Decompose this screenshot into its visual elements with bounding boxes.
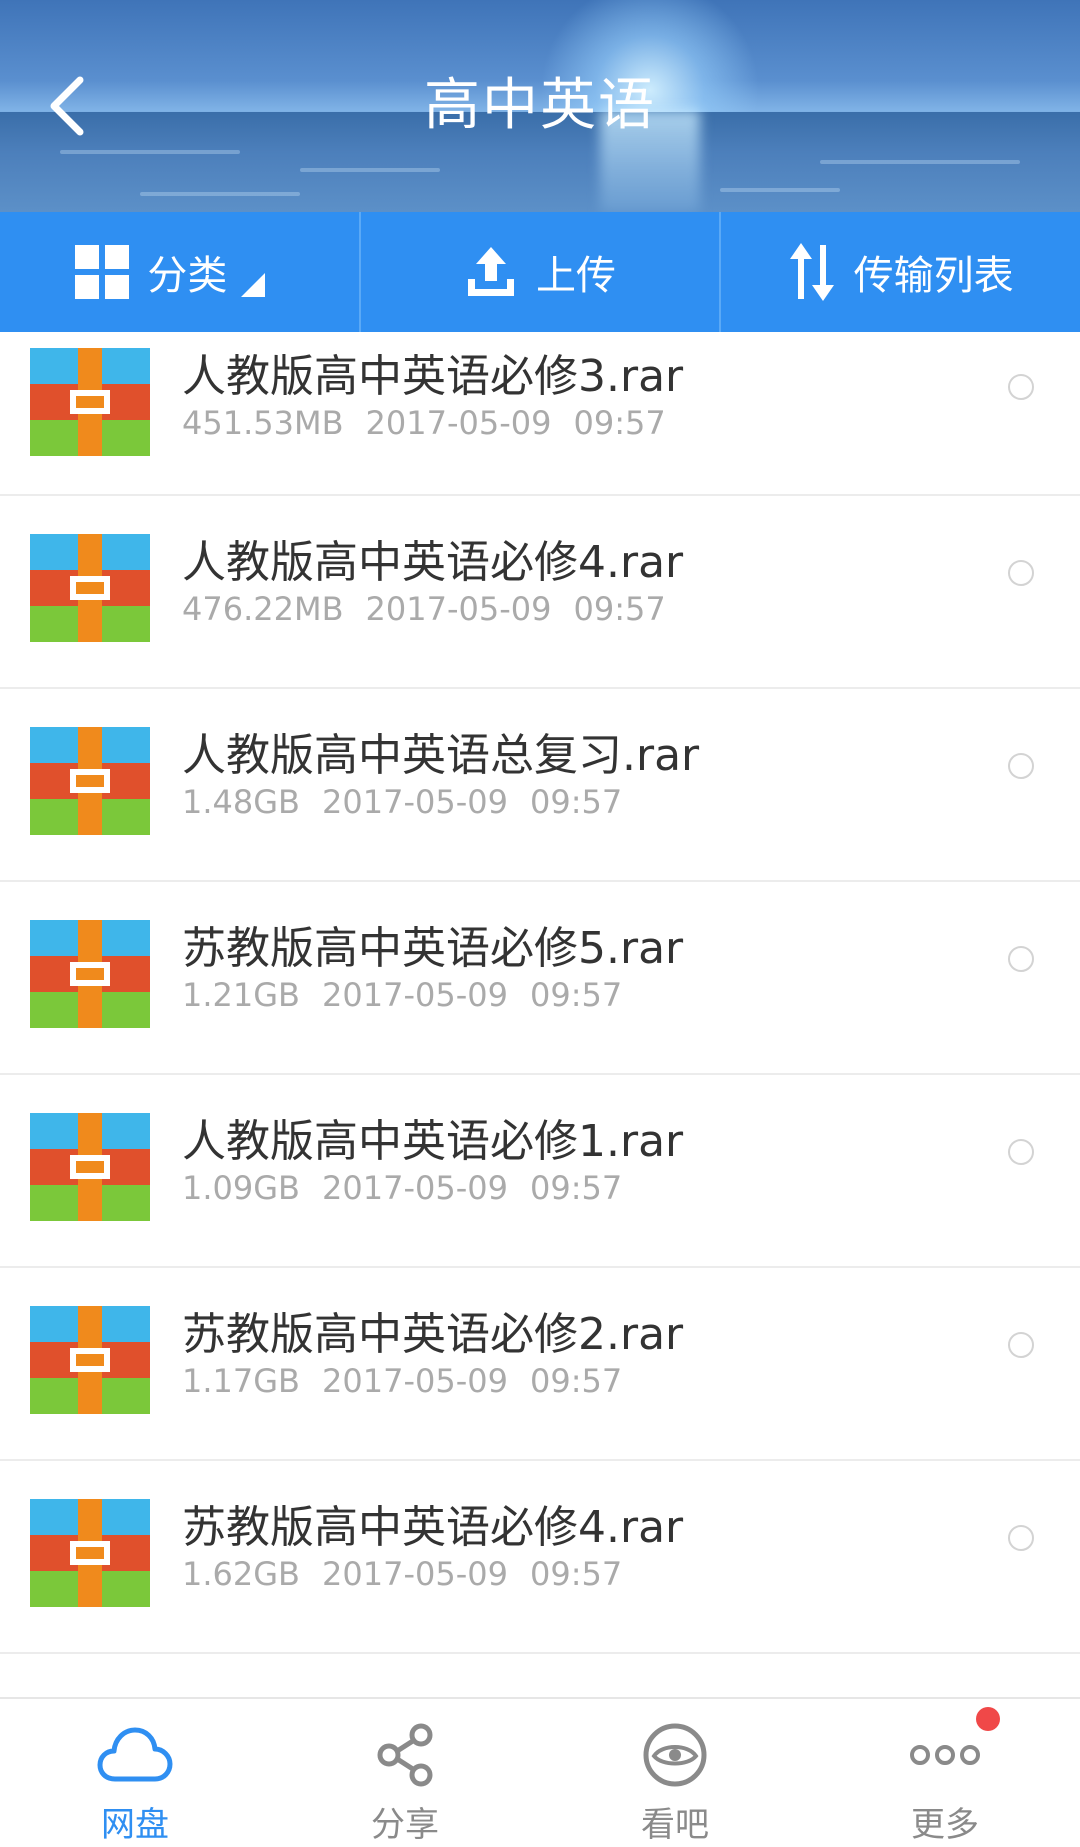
file-row[interactable]: 苏教版高中英语必修4.rar 1.62GB 2017-05-09 09:57 xyxy=(0,1461,1080,1654)
file-name: 人教版高中英语总复习.rar xyxy=(182,730,700,781)
file-meta: 451.53MB 2017-05-09 09:57 xyxy=(182,404,666,442)
file-row[interactable]: 人教版高中英语必修3.rar 451.53MB 2017-05-09 09:57 xyxy=(0,332,1080,496)
file-meta: 1.17GB 2017-05-09 09:57 xyxy=(182,1362,622,1400)
file-date: 2017-05-09 xyxy=(365,590,552,628)
file-time: 09:57 xyxy=(529,1169,623,1207)
file-time: 09:57 xyxy=(529,976,623,1014)
file-meta: 1.48GB 2017-05-09 09:57 xyxy=(182,783,622,821)
file-date: 2017-05-09 xyxy=(322,1169,508,1207)
rar-archive-icon xyxy=(30,920,150,1028)
file-row[interactable]: 人教版高中英语总复习.rar 1.48GB 2017-05-09 09:57 xyxy=(0,689,1080,882)
transfer-arrows-icon xyxy=(789,243,834,301)
rar-archive-icon xyxy=(30,348,150,456)
nav-item-share[interactable]: 分享 xyxy=(270,1699,540,1847)
category-label: 分类 xyxy=(147,253,228,299)
file-date: 2017-05-09 xyxy=(365,404,552,442)
select-radio[interactable] xyxy=(1008,374,1034,400)
rar-archive-icon xyxy=(30,727,150,835)
file-meta: 476.22MB 2017-05-09 09:57 xyxy=(182,590,666,628)
app-root: 高中英语 分类 上传 传输列表 人教版高中英语必修3.rar 451.53MB … xyxy=(0,0,1080,1847)
header-wave xyxy=(140,192,300,196)
file-time: 09:57 xyxy=(573,404,666,442)
file-time: 09:57 xyxy=(573,590,666,628)
select-radio[interactable] xyxy=(1008,1332,1034,1358)
eye-icon xyxy=(642,1719,708,1791)
file-time: 09:57 xyxy=(529,783,623,821)
nav-item-netdisk[interactable]: 网盘 xyxy=(0,1699,270,1847)
rar-archive-icon xyxy=(30,1306,150,1414)
file-date: 2017-05-09 xyxy=(322,1362,508,1400)
upload-label: 上传 xyxy=(536,253,616,299)
file-row[interactable]: 苏教版高中英语必修2.rar 1.17GB 2017-05-09 09:57 xyxy=(0,1268,1080,1461)
rar-archive-icon xyxy=(30,534,150,642)
notification-badge-dot xyxy=(976,1707,1000,1731)
nav-label-share: 分享 xyxy=(371,1805,439,1845)
more-icon xyxy=(909,1719,981,1791)
file-size: 1.09GB xyxy=(182,1169,300,1207)
cloud-icon xyxy=(97,1719,173,1791)
file-row[interactable]: 苏教版高中英语必修5.rar 1.21GB 2017-05-09 09:57 xyxy=(0,882,1080,1075)
share-icon xyxy=(375,1719,435,1791)
file-name: 苏教版高中英语必修5.rar xyxy=(182,923,684,974)
file-size: 1.21GB xyxy=(182,976,300,1014)
select-radio[interactable] xyxy=(1008,1525,1034,1551)
file-date: 2017-05-09 xyxy=(322,1555,508,1593)
nav-item-watch[interactable]: 看吧 xyxy=(540,1699,810,1847)
file-size: 1.17GB xyxy=(182,1362,300,1400)
bottom-nav: 网盘 分享 看吧 更多 xyxy=(0,1697,1080,1847)
select-radio[interactable] xyxy=(1008,946,1034,972)
grid-icon xyxy=(75,245,130,299)
file-size: 1.62GB xyxy=(182,1555,300,1593)
file-size: 476.22MB xyxy=(182,590,344,628)
file-name: 苏教版高中英语必修2.rar xyxy=(182,1309,684,1360)
upload-button[interactable]: 上传 xyxy=(358,212,720,332)
file-name: 人教版高中英语必修1.rar xyxy=(182,1116,684,1167)
file-meta: 1.21GB 2017-05-09 09:57 xyxy=(182,976,622,1014)
file-time: 09:57 xyxy=(529,1362,623,1400)
page-title: 高中英语 xyxy=(424,73,656,138)
file-name: 人教版高中英语必修3.rar xyxy=(182,351,684,402)
file-name: 苏教版高中英语必修4.rar xyxy=(182,1502,684,1553)
file-time: 09:57 xyxy=(529,1555,623,1593)
transfer-list-label: 传输列表 xyxy=(853,253,1014,299)
file-date: 2017-05-09 xyxy=(322,976,508,1014)
header: 高中英语 xyxy=(0,0,1080,212)
header-wave xyxy=(300,168,440,172)
file-meta: 1.09GB 2017-05-09 09:57 xyxy=(182,1169,622,1207)
nav-label-more: 更多 xyxy=(911,1805,979,1845)
file-row[interactable]: 人教版高中英语必修4.rar 476.22MB 2017-05-09 09:57 xyxy=(0,496,1080,689)
transfer-list-button[interactable]: 传输列表 xyxy=(719,212,1080,332)
select-radio[interactable] xyxy=(1008,560,1034,586)
header-wave xyxy=(820,160,1020,164)
header-wave xyxy=(60,150,240,154)
category-button[interactable]: 分类 xyxy=(0,212,359,332)
header-wave xyxy=(720,188,840,192)
nav-label-watch: 看吧 xyxy=(641,1805,709,1845)
rar-archive-icon xyxy=(30,1113,150,1221)
nav-item-more[interactable]: 更多 xyxy=(810,1699,1080,1847)
nav-label-netdisk: 网盘 xyxy=(101,1805,169,1845)
file-date: 2017-05-09 xyxy=(322,783,508,821)
select-radio[interactable] xyxy=(1008,753,1034,779)
file-meta: 1.62GB 2017-05-09 09:57 xyxy=(182,1555,622,1593)
file-size: 451.53MB xyxy=(182,404,344,442)
file-size: 1.48GB xyxy=(182,783,300,821)
upload-icon xyxy=(468,247,514,296)
select-radio[interactable] xyxy=(1008,1139,1034,1165)
file-row[interactable]: 人教版高中英语必修1.rar 1.09GB 2017-05-09 09:57 xyxy=(0,1075,1080,1268)
dropdown-caret-icon xyxy=(241,273,266,297)
rar-archive-icon xyxy=(30,1499,150,1607)
file-name: 人教版高中英语必修4.rar xyxy=(182,537,684,588)
file-list: 人教版高中英语必修3.rar 451.53MB 2017-05-09 09:57 人教版… xyxy=(0,332,1080,1654)
toolbar: 分类 上传 传输列表 xyxy=(0,212,1080,332)
